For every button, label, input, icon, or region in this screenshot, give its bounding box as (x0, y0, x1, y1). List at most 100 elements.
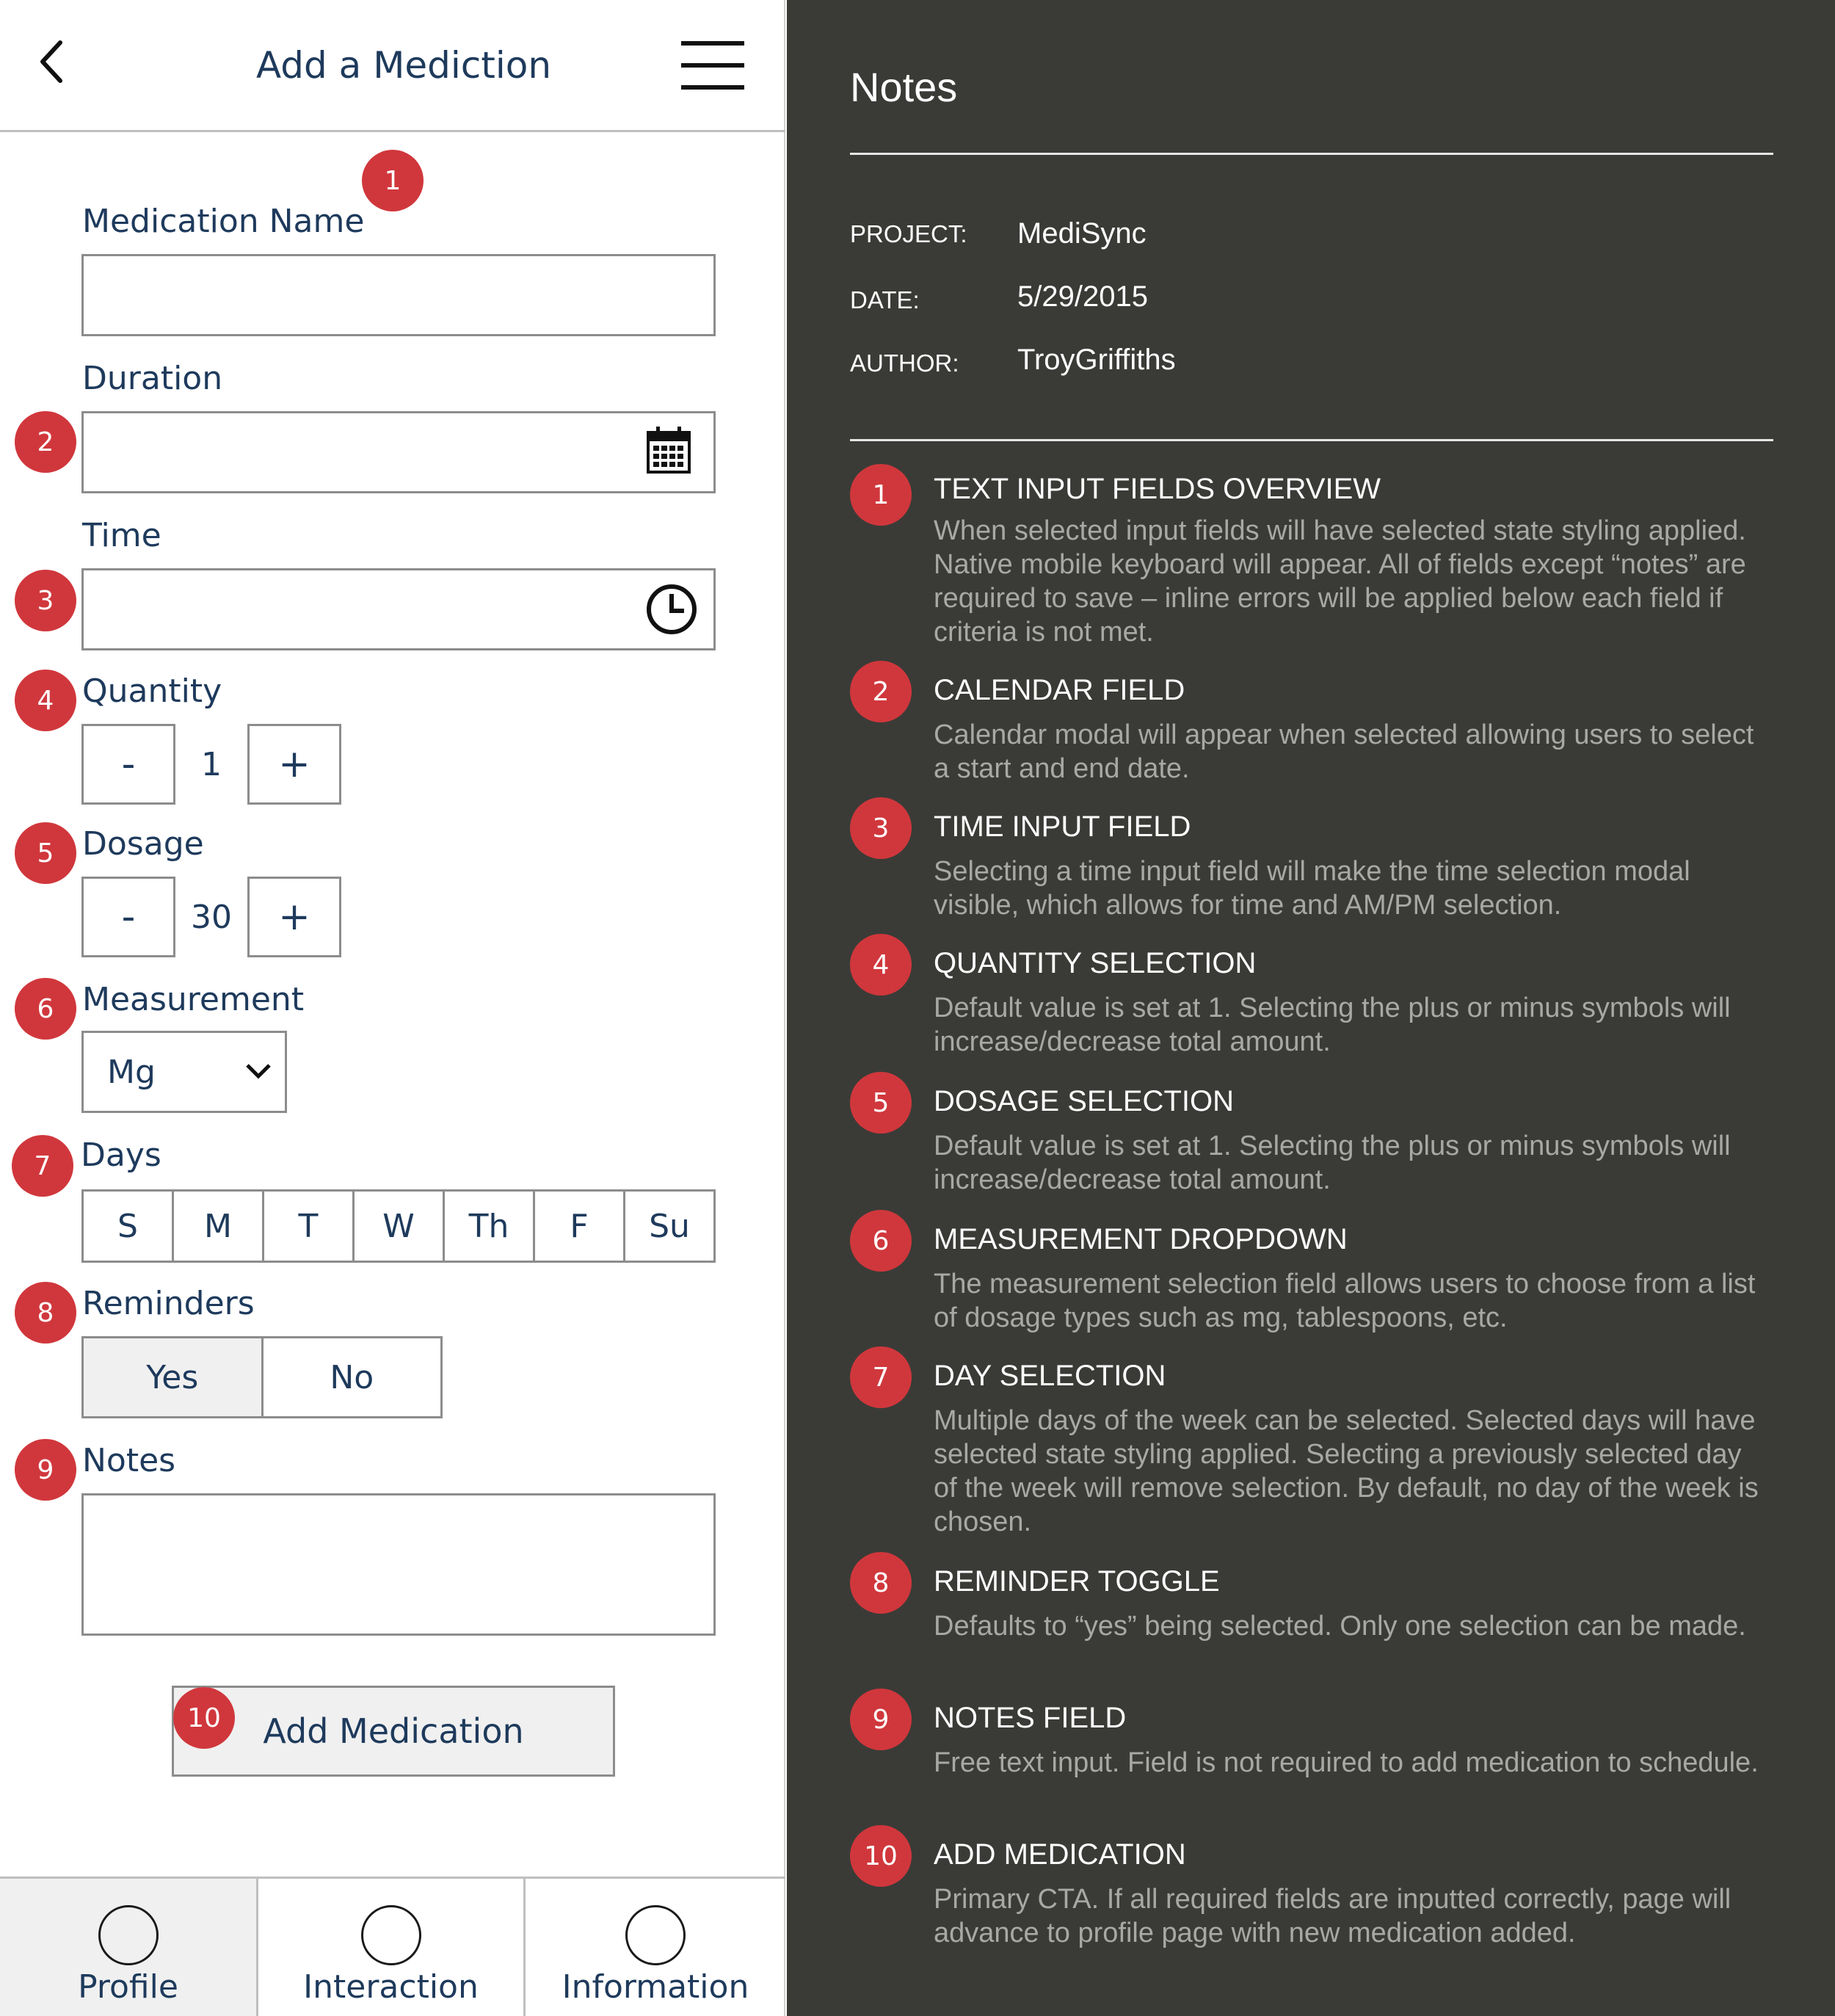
date-value: 5/29/2015 (1017, 280, 1148, 313)
reminders-yes-button[interactable]: Yes (84, 1338, 264, 1416)
note-title-8: REMINDER TOGGLE (934, 1565, 1220, 1598)
note-badge-8: 8 (850, 1552, 912, 1614)
note-title-2: CALENDAR FIELD (934, 674, 1185, 706)
quantity-label: Quantity (82, 672, 222, 710)
medication-name-input[interactable] (81, 254, 716, 336)
note-title-3: TIME INPUT FIELD (934, 811, 1191, 843)
note-body-6: The measurement selection field allows u… (934, 1269, 1756, 1333)
note-badge-1: 1 (850, 464, 912, 526)
dosage-label: Dosage (82, 825, 204, 863)
author-value: TroyGriffiths (1017, 344, 1176, 376)
quantity-plus-button[interactable]: + (247, 724, 341, 805)
note-title-9: NOTES FIELD (934, 1702, 1127, 1734)
annotation-badge-8: 8 (15, 1282, 76, 1344)
interaction-icon (360, 1905, 421, 1965)
notes-label: Notes (82, 1442, 176, 1479)
note-body-2: Calendar modal will appear when selected… (934, 719, 1754, 784)
note-badge-4: 4 (850, 934, 912, 996)
day-wednesday[interactable]: W (355, 1192, 445, 1261)
note-body-4: Default value is set at 1. Selecting the… (934, 993, 1731, 1057)
note-title-7: DAY SELECTION (934, 1360, 1166, 1392)
author-key: AUTHOR: (850, 349, 959, 377)
note-badge-2: 2 (850, 661, 912, 722)
annotation-badge-2: 2 (15, 411, 76, 473)
tab-information-label: Information (562, 1968, 749, 2006)
note-body-5: Default value is set at 1. Selecting the… (934, 1131, 1731, 1195)
tab-profile-label: Profile (78, 1968, 178, 2006)
annotation-badge-1: 1 (362, 150, 424, 211)
note-badge-5: 5 (850, 1072, 912, 1134)
note-title-4: QUANTITY SELECTION (934, 947, 1257, 979)
day-sunday-2[interactable]: Su (625, 1192, 713, 1261)
note-body-7: Multiple days of the week can be selecte… (934, 1405, 1759, 1537)
day-thursday[interactable]: Th (445, 1192, 535, 1261)
measurement-label: Measurement (82, 981, 305, 1018)
note-badge-6: 6 (850, 1210, 912, 1272)
day-monday[interactable]: M (174, 1192, 264, 1261)
duration-label: Duration (82, 360, 223, 397)
annotation-badge-9: 9 (15, 1439, 76, 1501)
clock-icon[interactable] (644, 582, 699, 637)
information-icon (625, 1905, 686, 1965)
profile-icon (98, 1905, 159, 1965)
note-badge-9: 9 (850, 1689, 912, 1750)
project-key: PROJECT: (850, 220, 967, 247)
day-friday[interactable]: F (535, 1192, 625, 1261)
annotation-badge-5: 5 (15, 822, 76, 884)
hamburger-menu-icon[interactable] (681, 40, 744, 91)
note-badge-7: 7 (850, 1346, 912, 1408)
add-medication-button[interactable]: Add Medication (172, 1686, 615, 1777)
note-badge-3: 3 (850, 797, 912, 859)
annotation-badge-10: 10 (173, 1687, 235, 1749)
tab-profile[interactable]: Profile (0, 1879, 258, 2016)
add-medication-label: Add Medication (263, 1711, 524, 1751)
note-title-10: ADD MEDICATION (934, 1838, 1186, 1871)
days-selector: S M T W Th F Su (81, 1189, 716, 1263)
date-key: DATE: (850, 286, 920, 313)
quantity-value: 1 (201, 745, 222, 783)
app-header: Add a Mediction (0, 0, 785, 132)
annotation-badge-3: 3 (15, 570, 76, 631)
annotation-badge-6: 6 (15, 978, 76, 1040)
time-label: Time (82, 517, 161, 554)
note-body-8: Defaults to “yes” being selected. Only o… (934, 1611, 1746, 1642)
notes-textarea[interactable] (81, 1493, 716, 1636)
calendar-icon[interactable] (646, 425, 691, 475)
measurement-selected-value: Mg (107, 1054, 156, 1091)
tab-information[interactable]: Information (526, 1879, 785, 2016)
reminders-toggle: Yes No (81, 1336, 443, 1418)
day-tuesday[interactable]: T (264, 1192, 355, 1261)
note-body-10: Primary CTA. If all required fields are … (934, 1884, 1732, 1948)
dosage-plus-button[interactable]: + (247, 877, 341, 957)
duration-field[interactable] (81, 411, 716, 493)
time-field[interactable] (81, 568, 716, 650)
note-body-1: When selected input fields will have sel… (934, 515, 1746, 648)
note-title-6: MEASUREMENT DROPDOWN (934, 1223, 1348, 1255)
tab-interaction[interactable]: Interaction (258, 1879, 526, 2016)
chevron-down-icon (245, 1062, 272, 1080)
dosage-value: 30 (191, 898, 232, 936)
note-badge-10: 10 (850, 1825, 912, 1887)
note-body-3: Selecting a time input field will make t… (934, 856, 1690, 921)
medication-name-label: Medication Name (82, 203, 365, 240)
divider (850, 153, 1773, 155)
note-body-9: Free text input. Field is not required t… (934, 1747, 1759, 1778)
tab-interaction-label: Interaction (303, 1968, 479, 2006)
dosage-minus-button[interactable]: - (81, 877, 175, 957)
annotation-badge-4: 4 (15, 670, 76, 731)
day-sunday[interactable]: S (84, 1192, 174, 1261)
quantity-minus-button[interactable]: - (81, 724, 175, 805)
notes-panel: Notes PROJECT: MediSync DATE: 5/29/2015 … (787, 0, 1835, 2016)
notes-title: Notes (850, 64, 958, 110)
measurement-dropdown[interactable]: Mg (81, 1031, 287, 1113)
phone-screen: Add a Mediction 1 Medication Name Durati… (0, 0, 785, 2016)
divider (850, 439, 1773, 441)
reminders-no-button[interactable]: No (264, 1338, 441, 1416)
note-title-1: TEXT INPUT FIELDS OVERVIEW (934, 473, 1381, 505)
project-value: MediSync (1017, 217, 1147, 250)
note-title-5: DOSAGE SELECTION (934, 1085, 1234, 1117)
annotation-badge-7: 7 (12, 1135, 73, 1197)
days-label: Days (81, 1136, 161, 1174)
reminders-label: Reminders (82, 1285, 255, 1322)
bottom-tab-bar: Profile Interaction Information (0, 1877, 785, 2016)
